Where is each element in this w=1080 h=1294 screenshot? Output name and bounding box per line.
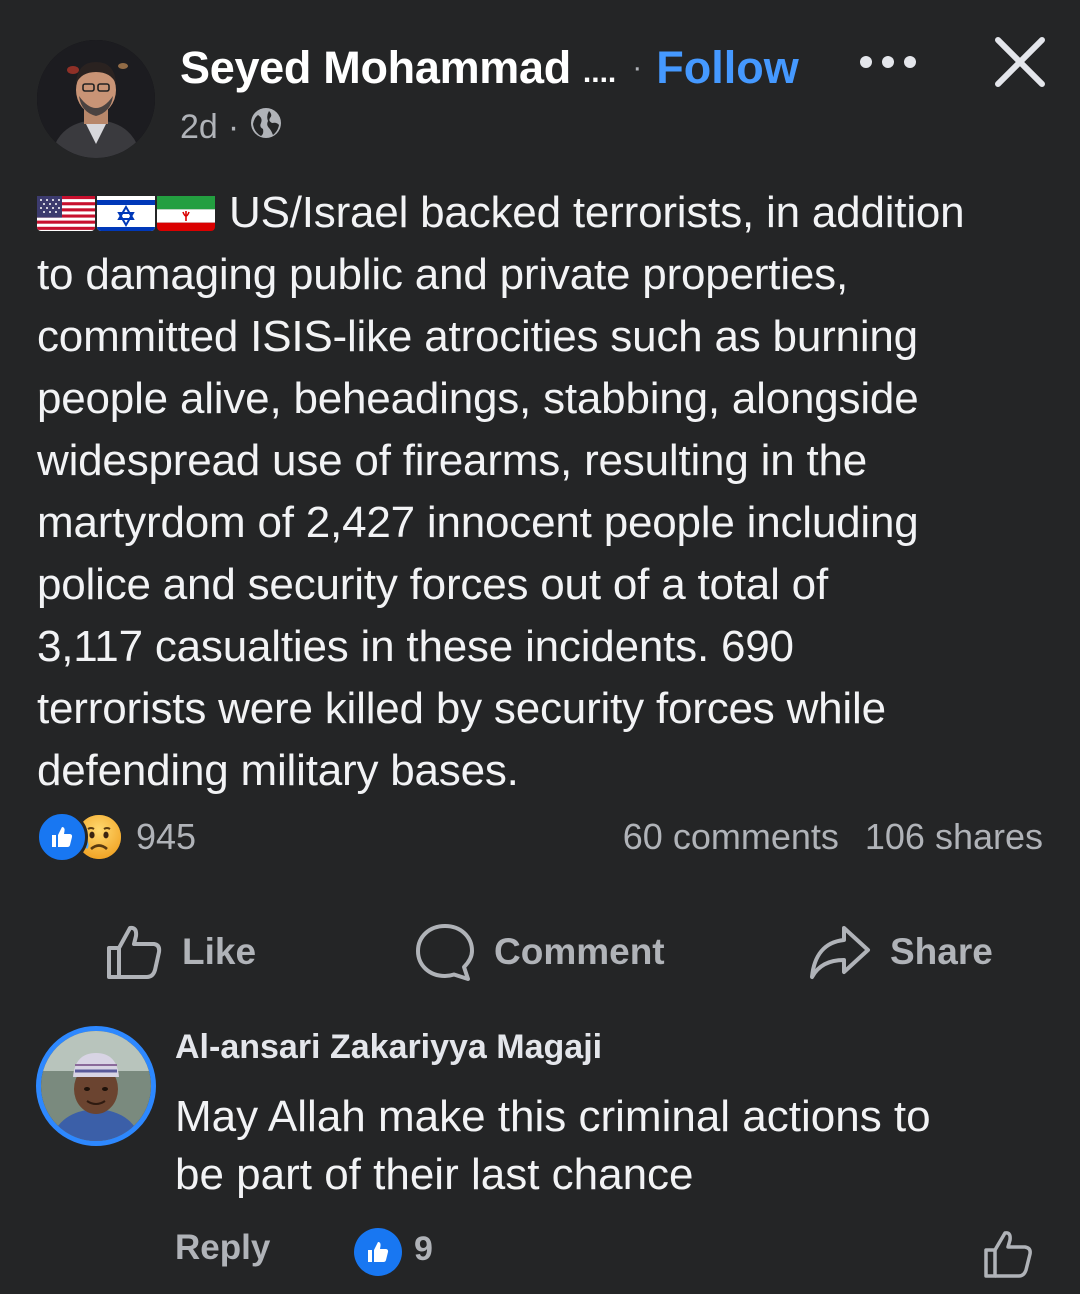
follow-button[interactable]: Follow [656,42,798,94]
post-line-10: defending military bases. [37,746,519,795]
reply-button[interactable]: Reply [175,1228,270,1268]
comment-like-count: 9 [414,1230,433,1268]
comment-bubble-icon [416,924,474,981]
action-bar: Like Comment Share [0,912,1080,992]
share-button[interactable]: Share [808,912,993,992]
comment-body: May Allah make this criminal actions to … [175,1088,1055,1204]
post-body: US/Israel backed terrorists, in addition… [37,182,1052,802]
comment-line-2: be part of their last chance [175,1150,694,1199]
author-line: Seyed Mohammad .... · Follow [180,38,799,98]
reactions-summary[interactable]: 945 [36,811,197,863]
share-arrow-icon [810,926,870,979]
like-reaction-icon [36,811,88,863]
share-label: Share [890,931,993,972]
post-header: Seyed Mohammad .... · Follow 2d · [0,0,1080,170]
comments-count[interactable]: 60 comments [623,816,839,858]
post-line-1: US/Israel backed terrorists, in addition [37,182,1052,244]
post-line-3: committed ISIS-like atrocities such as b… [37,312,918,361]
post-line-7: police and security forces out of a tota… [37,560,828,609]
post-time[interactable]: 2d [180,108,218,147]
close-icon[interactable] [990,32,1050,92]
comment-like-thumbs-up-icon[interactable] [982,1228,1034,1280]
globe-icon [249,106,283,149]
commenter-avatar[interactable] [36,1026,156,1146]
post-line-text: US/Israel backed terrorists, in addition [229,188,965,237]
meta-separator: · [227,107,240,146]
comment-button[interactable]: Comment [414,912,665,992]
thumbs-up-icon [107,925,162,979]
like-label: Like [182,931,257,972]
post-line-8: 3,117 casualties in these incidents. 690 [37,622,794,671]
us-flag-icon [37,191,95,232]
separator-dot: · [632,51,643,84]
post-line-5: widespread use of firearms, resulting in… [37,436,868,485]
israel-flag-icon [97,191,155,232]
post-viewer: Seyed Mohammad .... · Follow 2d · US/Isr… [0,0,1080,1294]
post-line-2: to damaging public and private propertie… [37,250,848,299]
reaction-count: 945 [136,816,197,857]
author-avatar[interactable] [37,40,155,158]
post-meta: 2d · [180,104,283,150]
engagement-stats: 60 comments 106 shares [623,812,1043,862]
comment-like-reaction-icon[interactable] [354,1228,402,1276]
name-truncation: .... [582,56,617,89]
like-button[interactable]: Like [104,912,256,992]
post-line-6: martyrdom of 2,427 innocent people inclu… [37,498,919,547]
shares-count[interactable]: 106 shares [865,816,1043,858]
comment-line-1: May Allah make this criminal actions to [175,1092,931,1141]
iran-flag-icon [157,191,215,232]
commenter-name[interactable]: Al-ansari Zakariyya Magaji [175,1028,602,1067]
post-line-4: people alive, beheadings, stabbing, alon… [37,374,919,423]
flags [37,191,215,232]
comment-label: Comment [494,931,665,972]
more-dots-icon[interactable] [852,40,924,84]
author-name[interactable]: Seyed Mohammad [180,42,571,94]
post-line-9: terrorists were killed by security force… [37,684,886,733]
